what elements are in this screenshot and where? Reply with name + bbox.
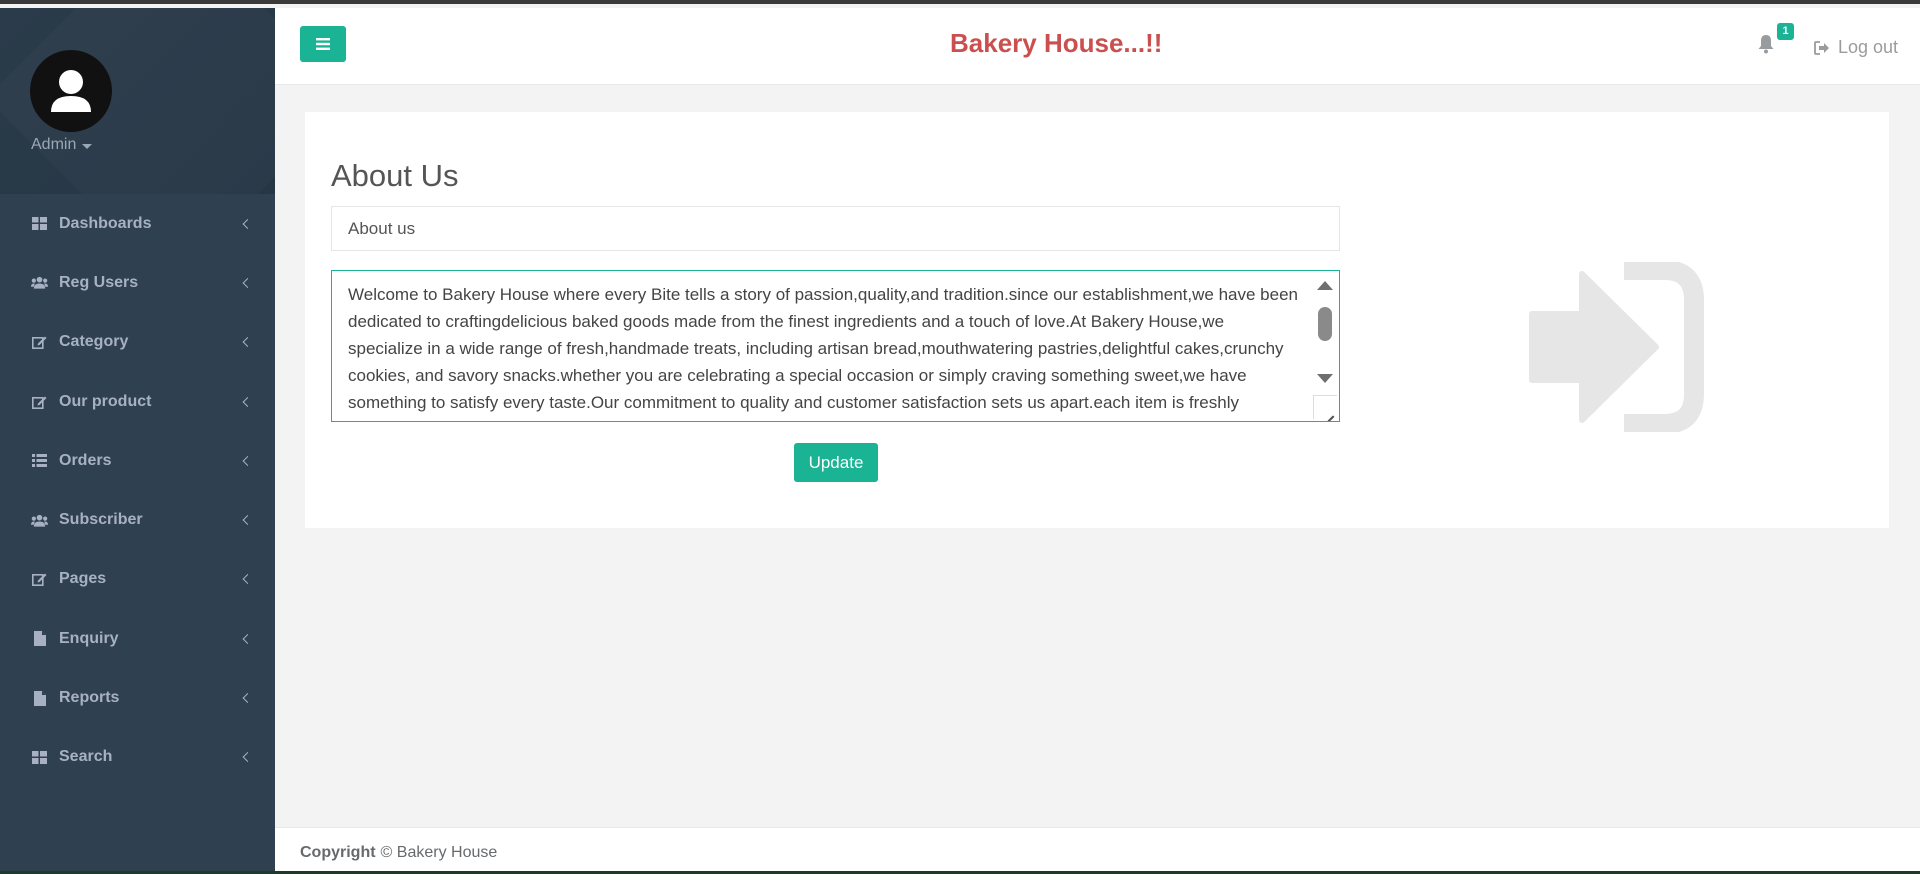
- chevron-left-icon: [242, 396, 253, 407]
- user-menu[interactable]: Admin: [31, 136, 93, 154]
- users-icon: [31, 275, 48, 290]
- logout-link[interactable]: Log out: [1814, 37, 1898, 58]
- file-icon: [31, 631, 48, 647]
- sidebar-item-search[interactable]: Search: [0, 728, 275, 787]
- users-icon: [31, 513, 48, 528]
- app-title: Bakery House...!!: [950, 28, 1163, 58]
- sidebar-item-label: Reg Users: [59, 273, 139, 291]
- scroll-down-icon[interactable]: [1317, 374, 1333, 383]
- footer: Copyright © Bakery House: [275, 827, 1920, 874]
- page-title: About Us: [331, 158, 459, 193]
- sidebar-item-dashboards[interactable]: Dashboards: [0, 194, 275, 253]
- sidebar-item-label: Orders: [59, 451, 112, 469]
- sidebar-item-reg-users[interactable]: Reg Users: [0, 253, 275, 312]
- chevron-left-icon: [242, 752, 253, 763]
- sidebar-item-pages[interactable]: Pages: [0, 550, 275, 609]
- chevron-left-icon: [242, 574, 253, 585]
- caret-down-icon: [82, 144, 93, 149]
- menu-toggle-button[interactable]: [300, 26, 346, 62]
- sidebar: Admin Dashboards Reg Users Category Our …: [0, 8, 275, 874]
- sign-in-icon: [1529, 262, 1704, 432]
- sidebar-item-label: Our product: [59, 392, 152, 410]
- sign-out-icon: [1814, 40, 1829, 55]
- sidebar-item-label: Pages: [59, 570, 107, 588]
- sidebar-item-subscriber[interactable]: Subscriber: [0, 490, 275, 549]
- scroll-thumb[interactable]: [1318, 307, 1332, 341]
- sidebar-item-enquiry[interactable]: Enquiry: [0, 609, 275, 668]
- edit-icon: [31, 572, 48, 587]
- sidebar-item-our-product[interactable]: Our product: [0, 372, 275, 431]
- copyright-text: © Bakery House: [380, 844, 498, 861]
- chevron-left-icon: [242, 218, 253, 229]
- textarea-scrollbar[interactable]: [1317, 277, 1333, 387]
- chevron-left-icon: [242, 693, 253, 703]
- profile-header: Admin: [0, 8, 275, 194]
- chevron-left-icon: [242, 455, 253, 466]
- list-icon: [31, 453, 48, 468]
- chevron-left-icon: [242, 337, 253, 348]
- sidebar-item-orders[interactable]: Orders: [0, 431, 275, 490]
- about-us-card: About Us Welcome to Bakery House where e…: [305, 112, 1889, 528]
- sidebar-item-label: Dashboards: [59, 214, 152, 232]
- copyright-label: Copyright: [300, 844, 376, 861]
- update-button[interactable]: Update: [794, 443, 878, 482]
- chevron-left-icon: [242, 633, 253, 644]
- sidebar-item-label: Reports: [59, 689, 120, 707]
- edit-icon: [31, 335, 48, 350]
- bell-icon[interactable]: [1757, 34, 1775, 54]
- top-navbar: Bakery House...!! 1 Log out: [275, 8, 1920, 85]
- page-title-input[interactable]: [331, 206, 1340, 251]
- sidebar-item-label: Search: [59, 748, 113, 766]
- logout-label: Log out: [1838, 37, 1899, 57]
- edit-icon: [31, 394, 48, 409]
- notification-badge: 1: [1777, 23, 1794, 40]
- hamburger-icon: [316, 38, 330, 50]
- chevron-left-icon: [242, 277, 253, 288]
- chevron-left-icon: [242, 515, 253, 526]
- description-text: Welcome to Bakery House where every Bite…: [348, 285, 1298, 421]
- scroll-up-icon[interactable]: [1317, 281, 1333, 290]
- sidebar-item-label: Subscriber: [59, 511, 143, 529]
- user-name: Admin: [31, 136, 77, 153]
- dashboard-icon: [31, 216, 48, 231]
- dashboard-icon: [31, 750, 48, 765]
- sidebar-item-label: Enquiry: [59, 629, 119, 647]
- file-icon: [31, 690, 48, 706]
- description-textarea[interactable]: Welcome to Bakery House where every Bite…: [331, 270, 1340, 422]
- sidebar-nav: Dashboards Reg Users Category Our produc…: [0, 194, 275, 787]
- avatar[interactable]: [30, 50, 112, 132]
- sidebar-item-label: Category: [59, 333, 129, 351]
- sidebar-item-reports[interactable]: Reports: [0, 668, 275, 727]
- resize-handle-icon[interactable]: [1313, 395, 1337, 419]
- sidebar-item-category[interactable]: Category: [0, 313, 275, 372]
